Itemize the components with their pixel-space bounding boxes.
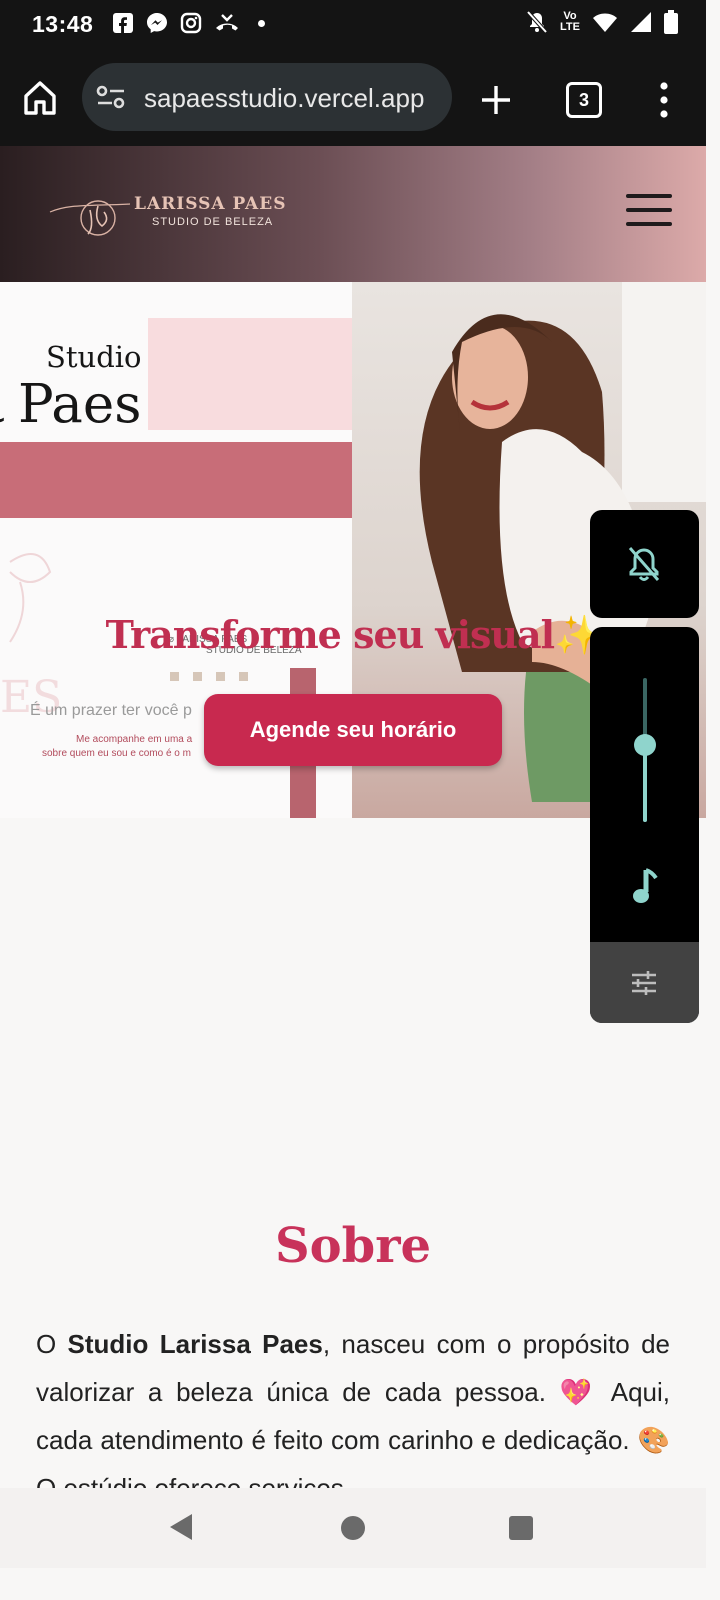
mute-icon — [526, 10, 548, 34]
browser-toolbar: sapaesstudio.vercel.app 3 — [0, 52, 706, 146]
hamburger-menu-icon[interactable] — [626, 194, 672, 234]
hamburger-line — [626, 194, 672, 198]
volume-slider-fill — [643, 745, 647, 822]
logo-subtitle: STUDIO DE BELEZA — [152, 216, 274, 228]
banner-paes-word: Paes — [18, 374, 142, 435]
site-logo[interactable]: LARISSA PAES STUDIO DE BELEZA — [48, 190, 288, 240]
banner-dots — [170, 672, 248, 681]
hamburger-line — [626, 222, 672, 226]
banner-welcome-text: É um prazer ter você p — [30, 702, 192, 719]
more-notifications-dot — [258, 19, 265, 27]
back-icon[interactable] — [168, 1512, 194, 1542]
tab-switcher-button[interactable]: 3 — [566, 82, 602, 118]
banner-caption-line2: sobre quem eu sou e como é o m — [42, 748, 191, 759]
site-header: LARISSA PAES STUDIO DE BELEZA — [0, 146, 706, 282]
banner-pink-block — [148, 318, 352, 430]
missed-call-icon — [216, 14, 238, 31]
new-tab-icon[interactable] — [478, 82, 514, 118]
messenger-icon — [147, 13, 167, 33]
status-bar: 13:48 Vo LTE — [0, 0, 706, 52]
volume-slider-thumb[interactable] — [634, 734, 656, 756]
address-bar[interactable]: sapaesstudio.vercel.app — [82, 63, 452, 131]
volte-bottom: LTE — [560, 21, 580, 33]
battery-icon — [664, 10, 678, 34]
about-studio-name: Studio Larissa Paes — [67, 1329, 323, 1359]
hamburger-line — [626, 208, 672, 212]
about-title: Sobre — [274, 1218, 432, 1274]
status-time: 13:48 — [32, 11, 94, 37]
music-note-icon — [633, 868, 658, 903]
wifi-icon — [593, 13, 617, 32]
home-nav-icon[interactable] — [341, 1516, 365, 1540]
instagram-icon — [180, 12, 202, 34]
notification-icons — [112, 12, 265, 34]
volume-settings-button[interactable] — [590, 942, 699, 1023]
volte-icon: Vo LTE — [560, 11, 580, 33]
ringer-muted-icon — [628, 547, 660, 581]
ringer-mute-toggle[interactable] — [590, 510, 699, 618]
facebook-icon — [113, 13, 133, 33]
system-navigation-bar — [0, 1488, 706, 1568]
signal-icon — [631, 12, 651, 32]
banner-studio-text: Studio — [46, 340, 142, 374]
book-appointment-button[interactable]: Agende seu horário — [204, 694, 502, 766]
home-icon[interactable] — [20, 78, 60, 118]
url-text[interactable]: sapaesstudio.vercel.app — [144, 83, 424, 114]
system-icons: Vo LTE — [526, 10, 678, 34]
about-text-intro: O — [36, 1329, 68, 1359]
about-text: O Studio Larissa Paes, nasceu com o prop… — [36, 1320, 670, 1488]
logo-monogram-icon — [49, 200, 131, 236]
site-settings-icon[interactable] — [96, 85, 126, 109]
banner-mauve-band — [0, 442, 352, 518]
sliders-icon — [632, 971, 656, 995]
more-menu-icon[interactable] — [656, 80, 672, 120]
banner-caption-line1: Me acompanhe em uma a — [76, 734, 193, 745]
logo-name: LARISSA PAES — [134, 194, 287, 214]
recents-icon[interactable] — [509, 1516, 533, 1540]
about-section: O Studio Larissa Paes, nasceu com o prop… — [0, 1320, 706, 1488]
